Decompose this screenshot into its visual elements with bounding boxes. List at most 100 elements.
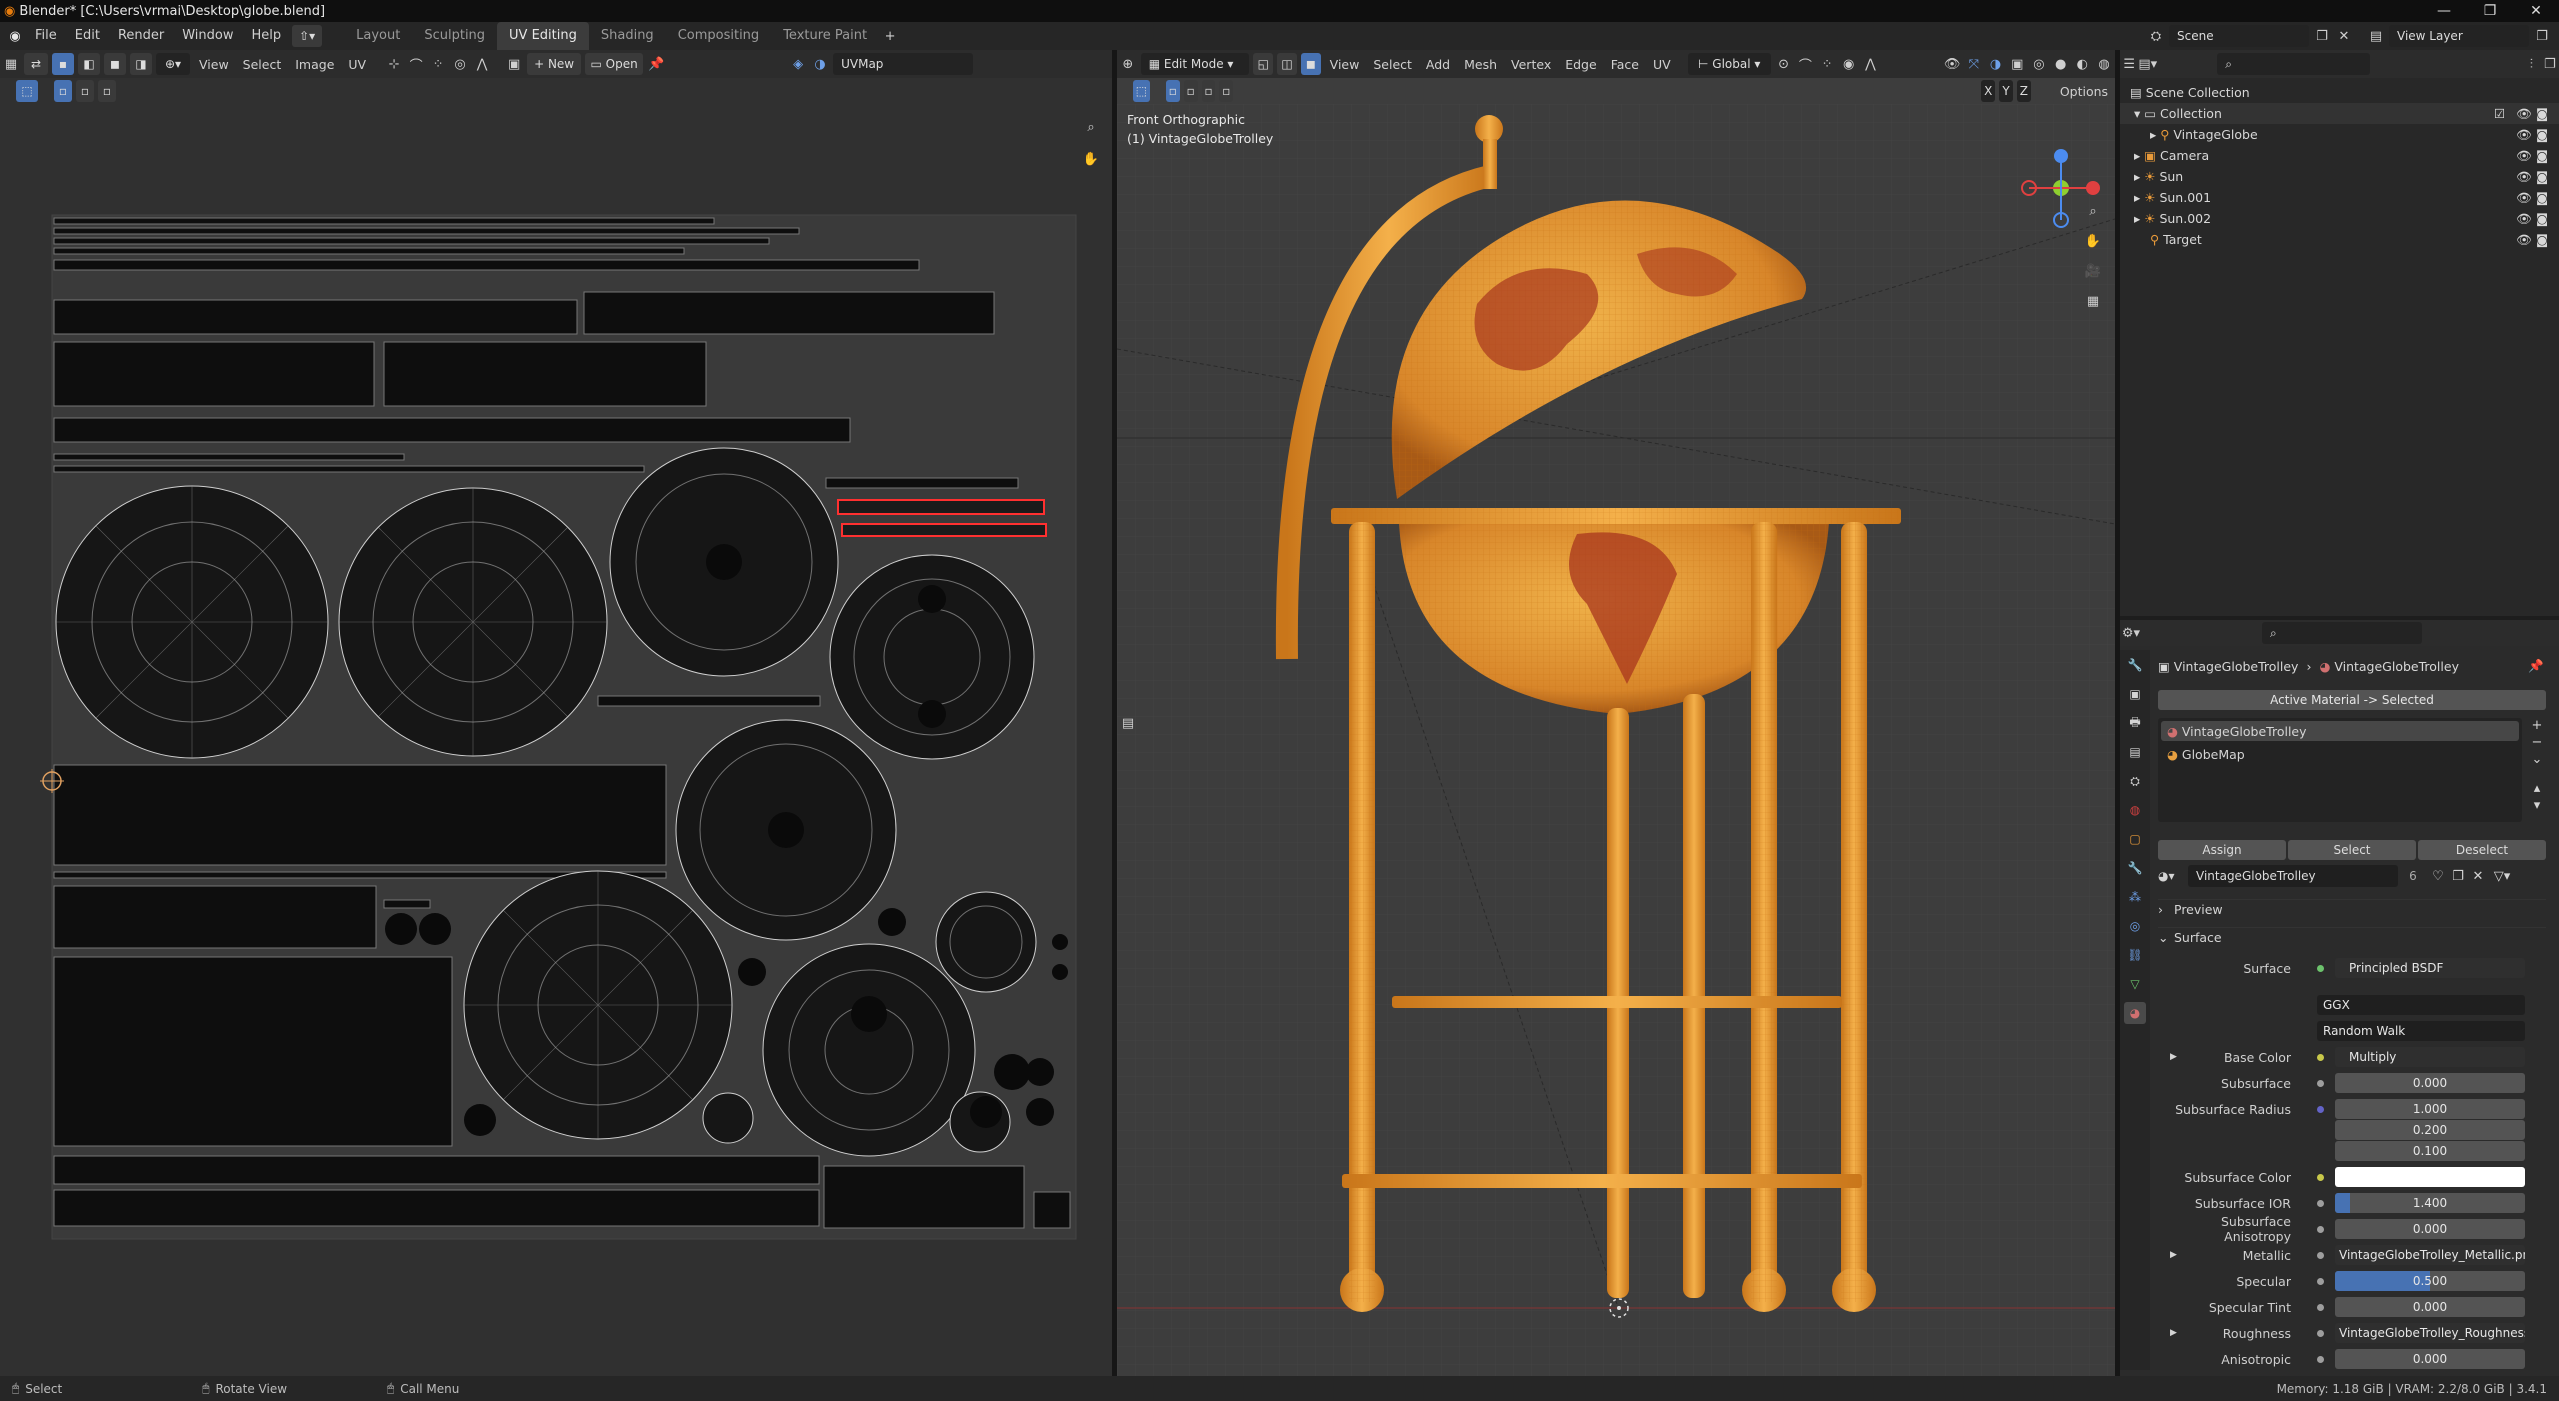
vp-falloff-icon[interactable]: ⋀	[1860, 53, 1882, 75]
eye-icon[interactable]: 👁	[2516, 232, 2532, 248]
vp-zoom-icon[interactable]: ⌕	[2082, 200, 2104, 222]
unlink-material-icon[interactable]: ✕	[2468, 869, 2488, 884]
vp-menu-edge[interactable]: Edge	[1558, 57, 1603, 72]
add-workspace-icon[interactable]: +	[879, 25, 901, 47]
pivot-icon[interactable]: ⊹	[383, 53, 405, 75]
move-slot-down-icon[interactable]: ▾	[2534, 798, 2541, 813]
shading-wireframe-icon[interactable]: ◎	[2028, 53, 2050, 75]
mirror-y-toggle[interactable]: Y	[1999, 80, 2013, 102]
viewport-canvas[interactable]: Front Orthographic (1) VintageGlobeTroll…	[1117, 104, 2115, 1376]
edge-mode-icon[interactable]: ◫	[1277, 53, 1297, 75]
prop-subsurface-ior[interactable]: Subsurface IOR 1.400	[2160, 1192, 2545, 1214]
specular-tint-field[interactable]: 0.000	[2335, 1297, 2525, 1317]
vp-menu-uv[interactable]: UV	[1646, 57, 1678, 72]
uv-selection-mode-add-icon[interactable]: ▫	[76, 80, 94, 102]
camera-render-icon[interactable]: ◙	[2536, 106, 2548, 121]
uvmap-selector[interactable]: UVMap	[833, 53, 974, 75]
expand-socket-icon[interactable]: ▶	[2170, 1328, 2177, 1338]
distribution-dropdown[interactable]: GGX	[2317, 995, 2525, 1015]
prop-subsurface-radius-y[interactable]: 0.200	[2160, 1119, 2545, 1141]
subsurface-radius-x-field[interactable]: 1.000	[2335, 1099, 2525, 1119]
active-material-link[interactable]: Active Material -> Selected	[2158, 690, 2546, 710]
camera-render-icon[interactable]: ◙	[2536, 190, 2548, 205]
prop-roughness[interactable]: ▶ Roughness VintageGlobeTrolley_Roughnes…	[2160, 1322, 2545, 1344]
vp-sel-add-icon[interactable]: ▫	[1183, 80, 1198, 102]
snap-target-icon[interactable]: ⁘	[427, 53, 449, 75]
scene-selector[interactable]: Scene	[2169, 25, 2309, 47]
roughness-link-field[interactable]: VintageGlobeTrolley_Roughness....	[2335, 1323, 2525, 1343]
surface-shader-field[interactable]: Principled BSDF	[2335, 958, 2525, 978]
slot-specials-icon[interactable]: ⌄	[2532, 752, 2543, 767]
expand-socket-icon[interactable]: ▶	[2170, 1052, 2177, 1062]
face-mode-icon[interactable]: ◼	[1300, 53, 1321, 75]
physics-tab-icon[interactable]: ◎	[2124, 915, 2146, 937]
prop-specular[interactable]: Specular 0.500	[2160, 1270, 2545, 1292]
subsurface-radius-y-field[interactable]: 0.200	[2335, 1120, 2525, 1140]
vp-menu-view[interactable]: View	[1323, 57, 1367, 72]
vp-sel-new-icon[interactable]: ▫	[1165, 80, 1180, 102]
blender-menu-icon[interactable]: ◉	[4, 25, 26, 47]
viewport-options-dropdown[interactable]: Options	[2053, 84, 2115, 99]
uv-sync-selection-icon[interactable]: ⇄	[24, 53, 48, 75]
constraints-tab-icon[interactable]: ⛓	[2124, 944, 2146, 966]
new-scene-icon[interactable]: ❐	[2311, 25, 2333, 47]
filter-icon[interactable]: ⫶	[2522, 53, 2540, 75]
eye-icon[interactable]: 👁	[2516, 127, 2532, 143]
shading-rendered-icon[interactable]: ◍	[2093, 53, 2115, 75]
menu-render[interactable]: Render	[109, 22, 173, 50]
mode-selector[interactable]: ▦ Edit Mode ▾	[1140, 53, 1250, 75]
mirror-x-toggle[interactable]: X	[1981, 80, 1996, 102]
menu-help[interactable]: Help	[243, 22, 291, 50]
move-slot-up-icon[interactable]: ▴	[2534, 781, 2541, 796]
prop-subsurface-color[interactable]: Subsurface Color	[2160, 1166, 2545, 1188]
subsurface-anisotropy-field[interactable]: 0.000	[2335, 1219, 2525, 1239]
outliner-item-target[interactable]: ⚲ Target 👁 ◙	[2120, 229, 2559, 250]
vp-sidebar-toggle-icon[interactable]: ▤	[1117, 712, 1139, 734]
camera-render-icon[interactable]: ◙	[2536, 211, 2548, 226]
modifier-tab-icon[interactable]: 🔧	[2124, 857, 2146, 879]
tool-tab-icon[interactable]: 🔧	[2124, 654, 2146, 676]
particles-tab-icon[interactable]: ⁂	[2124, 886, 2146, 908]
subsurface-field[interactable]: 0.000	[2335, 1073, 2525, 1093]
mirror-z-toggle[interactable]: Z	[2016, 80, 2031, 102]
vertex-select-icon[interactable]: ▪	[52, 53, 74, 75]
uv-menu-select[interactable]: Select	[236, 57, 289, 72]
uv-menu-image[interactable]: Image	[288, 57, 341, 72]
eye-icon[interactable]: 👁	[2516, 190, 2532, 206]
base-color-link-field[interactable]: Multiply	[2335, 1047, 2525, 1067]
visibility-icon[interactable]: 👁	[1941, 53, 1963, 75]
deselect-button[interactable]: Deselect	[2418, 840, 2546, 860]
tab-texture-paint[interactable]: Texture Paint	[771, 22, 879, 50]
new-collection-icon[interactable]: ❐	[2541, 53, 2559, 75]
material-slot-item[interactable]: ◕ VintageGlobeTrolley	[2161, 721, 2519, 741]
select-button[interactable]: Select	[2288, 840, 2416, 860]
add-slot-icon[interactable]: +	[2532, 718, 2543, 733]
vp-menu-face[interactable]: Face	[1604, 57, 1646, 72]
prop-subsurface[interactable]: Subsurface 0.000	[2160, 1072, 2545, 1094]
proportional-edit-icon[interactable]: ◎	[449, 53, 471, 75]
expand-socket-icon[interactable]: ▶	[2170, 1250, 2177, 1260]
pin-icon[interactable]: 📌	[645, 53, 667, 75]
prop-base-color[interactable]: ▶ Base Color Multiply	[2160, 1046, 2545, 1068]
prop-subsurface-method[interactable]: Random Walk	[2160, 1020, 2545, 1042]
camera-render-icon[interactable]: ◙	[2536, 169, 2548, 184]
pivot-point-icon[interactable]: ⊙	[1773, 53, 1795, 75]
outliner-item-sun[interactable]: ▸ ☀ Sun 👁 ◙	[2120, 166, 2559, 187]
outliner-editor-type-icon[interactable]: ☰	[2120, 53, 2138, 75]
prop-surface[interactable]: Surface Principled BSDF	[2160, 957, 2545, 979]
uv-selection-mode-new-icon[interactable]: ▫	[54, 80, 72, 102]
vp-menu-mesh[interactable]: Mesh	[1457, 57, 1504, 72]
tab-uv-editing[interactable]: UV Editing	[497, 22, 589, 50]
vp-snap-icon[interactable]: ⌒	[1794, 53, 1816, 75]
close-button[interactable]: ✕	[2513, 0, 2559, 22]
specular-field[interactable]: 0.500	[2335, 1271, 2525, 1291]
menu-file[interactable]: File	[26, 22, 66, 50]
face-select-icon[interactable]: ◼	[104, 53, 126, 75]
pin-icon[interactable]: 📌	[2528, 658, 2544, 674]
shading-solid-icon[interactable]: ●	[2050, 53, 2072, 75]
vp-tool-select-icon[interactable]: ⬚	[1133, 80, 1150, 102]
pan-icon[interactable]: ✋	[1080, 148, 1102, 170]
transform-orientation-selector[interactable]: ⊢ Global ▾	[1687, 53, 1771, 75]
uv-selection-mode-sub-icon[interactable]: ▫	[98, 80, 116, 102]
object-tab-icon[interactable]: ▢	[2124, 828, 2146, 850]
